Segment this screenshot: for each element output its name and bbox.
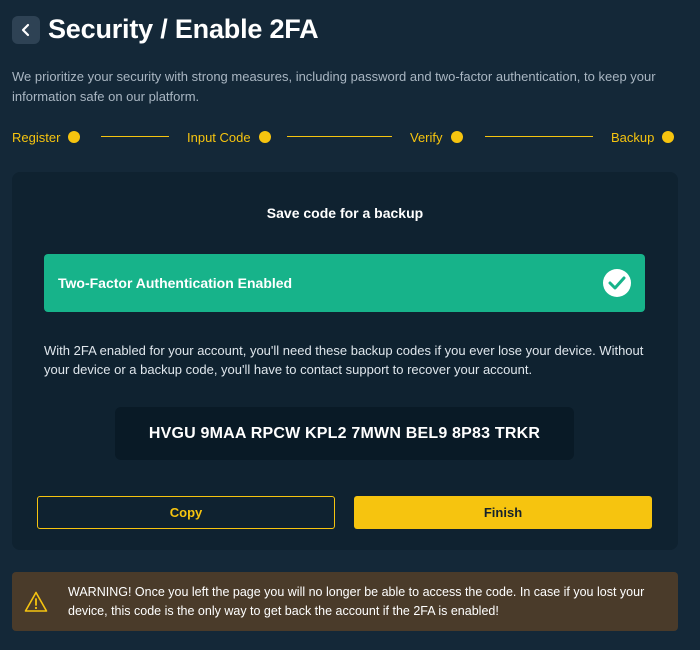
warning-banner: WARNING! Once you left the page you will… <box>12 572 678 631</box>
check-circle-icon <box>603 269 631 297</box>
warning-text: WARNING! Once you left the page you will… <box>68 584 645 618</box>
step-register: Register <box>12 128 81 146</box>
backup-card: Save code for a backup Two-Factor Authen… <box>12 172 678 550</box>
back-button[interactable] <box>12 15 40 44</box>
page-title: Security / Enable 2FA <box>48 14 319 44</box>
warning-triangle-icon <box>24 591 48 612</box>
finish-button[interactable]: Finish <box>354 496 652 529</box>
step-dot <box>450 131 463 143</box>
backup-description: With 2FA enabled for your account, you'l… <box>44 343 644 377</box>
backup-code: HVGU 9MAA RPCW KPL2 7MWN BEL9 8P83 TRKR <box>148 424 541 442</box>
step-label: Register <box>12 129 61 145</box>
step-backup: Backup <box>611 128 675 146</box>
backup-code-box: HVGU 9MAA RPCW KPL2 7MWN BEL9 8P83 TRKR <box>115 407 574 460</box>
step-label: Verify <box>410 129 443 145</box>
progress-stepper: Register Input Code Verify Backup <box>12 128 682 146</box>
card-title: Save code for a backup <box>266 205 424 221</box>
step-connector <box>485 136 593 137</box>
success-banner-text: Two-Factor Authentication Enabled <box>58 275 293 291</box>
intro-text: We prioritize your security with strong … <box>12 69 656 104</box>
step-verify: Verify <box>410 128 463 146</box>
step-dot <box>68 131 81 143</box>
success-banner: Two-Factor Authentication Enabled <box>44 254 645 312</box>
step-input-code: Input Code <box>187 128 271 146</box>
step-connector <box>287 136 392 137</box>
step-connector <box>101 136 169 137</box>
copy-button[interactable]: Copy <box>37 496 335 529</box>
page-header: Security / Enable 2FA <box>12 14 319 45</box>
step-label: Input Code <box>187 129 251 145</box>
step-dot <box>662 131 675 143</box>
step-dot <box>258 131 271 143</box>
step-label: Backup <box>611 129 655 145</box>
chevron-left-icon <box>21 23 30 36</box>
